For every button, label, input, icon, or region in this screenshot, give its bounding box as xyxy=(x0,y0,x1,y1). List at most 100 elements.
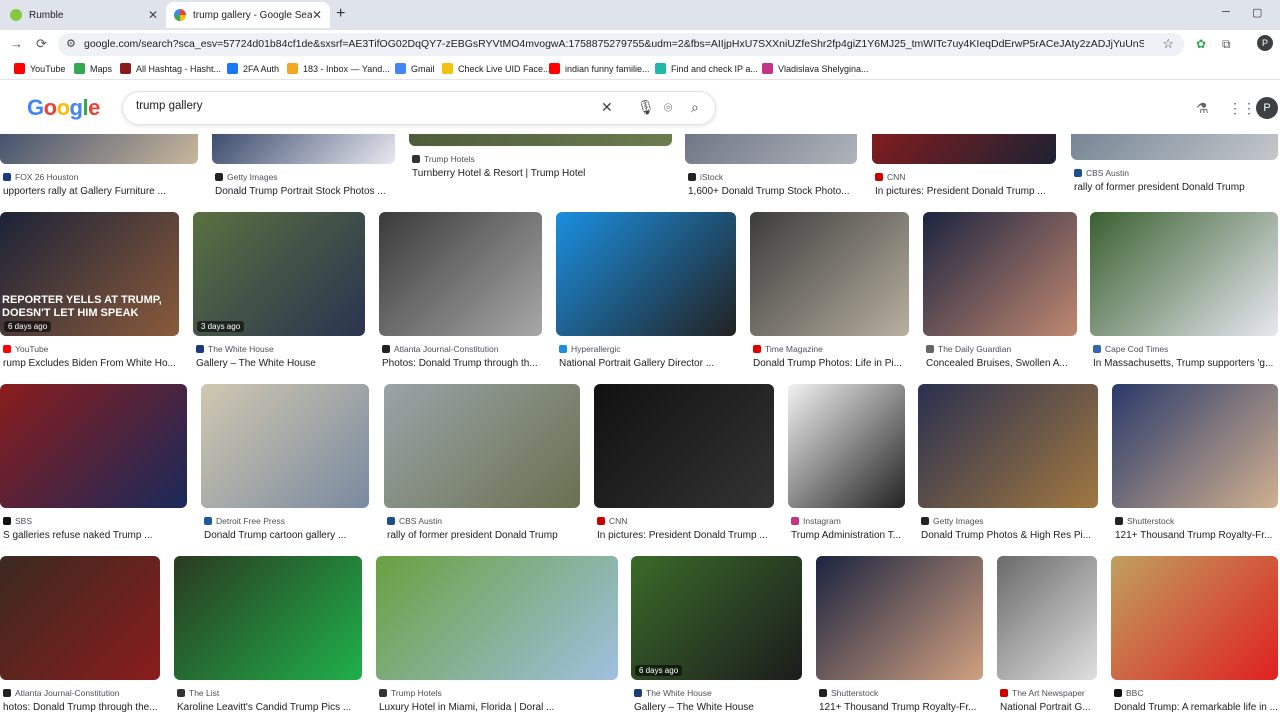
result-thumbnail[interactable] xyxy=(918,384,1098,508)
result-source[interactable]: FOX 26 Houston xyxy=(3,172,78,182)
image-result-card[interactable]: Getty Images Donald Trump Photos & High R… xyxy=(918,384,1098,552)
result-thumbnail[interactable] xyxy=(594,384,774,508)
image-result-card[interactable]: CBS Austin rally of former president Dona… xyxy=(1071,134,1278,204)
result-thumbnail[interactable] xyxy=(1090,212,1278,336)
image-result-card[interactable]: Hyperallergic National Portrait Gallery D… xyxy=(556,212,736,380)
result-title[interactable]: rally of former president Donald Trump xyxy=(1074,182,1277,193)
new-tab-button[interactable]: + xyxy=(336,5,345,23)
apps-grid-icon[interactable]: ⋮⋮ xyxy=(1228,100,1256,117)
search-icon[interactable]: ⌕ xyxy=(691,99,699,116)
result-title[interactable]: Gallery – The White House xyxy=(634,702,801,713)
result-source[interactable]: The Daily Guardian xyxy=(926,344,1011,354)
result-title[interactable]: Concealed Bruises, Swollen A... xyxy=(926,358,1076,369)
result-thumbnail[interactable] xyxy=(997,556,1097,680)
image-result-card[interactable]: FOX 26 Houston upporters rally at Gallery… xyxy=(0,134,198,208)
result-title[interactable]: Karoline Leavitt's Candid Trump Pics ... xyxy=(177,702,361,713)
result-title[interactable]: upporters rally at Gallery Furniture ... xyxy=(3,186,197,197)
bookmark-item[interactable]: Maps xyxy=(74,63,112,74)
image-result-card[interactable]: CNN In pictures: President Donald Trump .… xyxy=(594,384,774,552)
image-result-card[interactable]: CNN In pictures: President Donald Trump .… xyxy=(872,134,1056,208)
result-title[interactable]: rally of former president Donald Trump xyxy=(387,530,579,541)
image-result-card[interactable]: SBS S galleries refuse naked Trump ... xyxy=(0,384,187,552)
result-thumbnail[interactable]: 6 days ago xyxy=(631,556,802,680)
result-title[interactable]: 121+ Thousand Trump Royalty-Fr... xyxy=(1115,530,1277,541)
result-thumbnail[interactable] xyxy=(0,384,187,508)
image-result-card[interactable]: The Daily Guardian Concealed Bruises, Swo… xyxy=(923,212,1077,380)
search-box[interactable]: ✕ 🎙 ⌾ ⌕ xyxy=(122,91,716,125)
image-result-card[interactable]: iStock 1,600+ Donald Trump Stock Photo... xyxy=(685,134,857,208)
google-logo[interactable]: Google xyxy=(27,95,100,121)
account-avatar[interactable]: P xyxy=(1256,97,1278,119)
result-thumbnail[interactable] xyxy=(0,556,160,680)
image-result-card[interactable]: CBS Austin rally of former president Dona… xyxy=(384,384,580,552)
result-source[interactable]: Detroit Free Press xyxy=(204,516,285,526)
result-thumbnail[interactable]: 3 days ago xyxy=(193,212,365,336)
result-title[interactable]: S galleries refuse naked Trump ... xyxy=(3,530,186,541)
result-thumbnail[interactable] xyxy=(201,384,369,508)
image-result-card[interactable]: Getty Images Donald Trump Portrait Stock … xyxy=(212,134,395,208)
maximize-icon[interactable]: ▢ xyxy=(1252,6,1262,19)
image-result-card[interactable]: The List Karoline Leavitt's Candid Trump … xyxy=(174,556,362,720)
bookmark-item[interactable]: Vladislava Shelygina... xyxy=(762,63,869,74)
image-result-card[interactable]: Trump Hotels Turnberry Hotel & Resort | T… xyxy=(409,134,672,190)
image-result-card[interactable]: Atlanta Journal-Constitution Photos: Dona… xyxy=(379,212,542,380)
extensions-puzzle-icon[interactable]: ⧉ xyxy=(1222,37,1231,52)
result-title[interactable]: In Massachusetts, Trump supporters 'g... xyxy=(1093,358,1277,369)
reload-icon[interactable]: ⟳ xyxy=(36,36,47,52)
search-input[interactable] xyxy=(136,100,576,112)
bookmark-item[interactable]: 2FA Auth xyxy=(227,63,279,74)
result-source[interactable]: iStock xyxy=(688,172,723,182)
result-source[interactable]: SBS xyxy=(3,516,32,526)
result-source[interactable]: Hyperallergic xyxy=(559,344,621,354)
image-result-card[interactable]: REPORTER YELLS AT TRUMP, DOESN'T LET HIM… xyxy=(0,212,179,380)
result-title[interactable]: 121+ Thousand Trump Royalty-Fr... xyxy=(819,702,982,713)
result-title[interactable]: Donald Trump cartoon gallery ... xyxy=(204,530,368,541)
image-result-card[interactable]: 3 days ago The White House Gallery – The W… xyxy=(193,212,365,380)
labs-flask-icon[interactable]: ⚗ xyxy=(1196,100,1209,117)
result-source[interactable]: CBS Austin xyxy=(387,516,442,526)
result-title[interactable]: rump Excludes Biden From White Ho... xyxy=(3,358,178,369)
result-source[interactable]: Atlanta Journal-Constitution xyxy=(3,688,119,698)
tab-rumble[interactable]: Rumble ✕ xyxy=(2,2,166,28)
result-source[interactable]: Trump Hotels xyxy=(379,688,442,698)
result-thumbnail[interactable] xyxy=(750,212,909,336)
microphone-icon[interactable]: 🎙 xyxy=(637,99,655,116)
result-thumbnail[interactable] xyxy=(1111,556,1278,680)
result-thumbnail[interactable] xyxy=(174,556,362,680)
result-source[interactable]: The White House xyxy=(196,344,274,354)
bookmark-item[interactable]: indian funny familie... xyxy=(549,63,650,74)
result-title[interactable]: National Portrait Gallery Director ... xyxy=(559,358,735,369)
minimize-icon[interactable]: ─ xyxy=(1222,6,1230,18)
image-result-card[interactable]: Shutterstock 121+ Thousand Trump Royalty-… xyxy=(816,556,983,720)
result-thumbnail[interactable] xyxy=(556,212,736,336)
result-source[interactable]: Time Magazine xyxy=(753,344,823,354)
result-title[interactable]: Trump Administration T... xyxy=(791,530,904,541)
bookmark-star-icon[interactable]: ☆ xyxy=(1162,36,1174,52)
result-thumbnail[interactable] xyxy=(376,556,618,680)
back-icon[interactable]: → xyxy=(10,36,23,51)
image-result-card[interactable]: Shutterstock 121+ Thousand Trump Royalty-… xyxy=(1112,384,1278,552)
result-thumbnail[interactable] xyxy=(1071,134,1278,160)
bookmark-item[interactable]: 183 - Inbox — Yand... xyxy=(287,63,390,74)
result-title[interactable]: hotos: Donald Trump through the... xyxy=(3,702,159,713)
result-source[interactable]: BBC xyxy=(1114,688,1143,698)
image-result-card[interactable]: The Art Newspaper National Portrait G... xyxy=(997,556,1097,720)
result-title[interactable]: Turnberry Hotel & Resort | Trump Hotel xyxy=(412,168,671,179)
result-thumbnail[interactable] xyxy=(788,384,905,508)
result-source[interactable]: The List xyxy=(177,688,219,698)
result-title[interactable]: Donald Trump Photos: Life in Pi... xyxy=(753,358,908,369)
bookmark-item[interactable]: Check Live UID Face... xyxy=(442,63,551,74)
result-thumbnail[interactable] xyxy=(379,212,542,336)
bookmark-item[interactable]: Find and check IP a... xyxy=(655,63,758,74)
result-title[interactable]: Donald Trump Photos & High Res Pi... xyxy=(921,530,1097,541)
bookmark-item[interactable]: All Hashtag - Hasht... xyxy=(120,63,221,74)
image-result-card[interactable]: BBC Donald Trump: A remarkable life in ..… xyxy=(1111,556,1278,720)
close-icon[interactable]: ✕ xyxy=(148,8,158,22)
browser-profile-avatar[interactable]: P xyxy=(1257,35,1273,51)
result-thumbnail[interactable] xyxy=(816,556,983,680)
image-result-card[interactable]: 6 days ago The White House Gallery – The W… xyxy=(631,556,802,720)
image-result-card[interactable]: Time Magazine Donald Trump Photos: Life i… xyxy=(750,212,909,380)
result-title[interactable]: Donald Trump: A remarkable life in ... xyxy=(1114,702,1277,713)
result-source[interactable]: Getty Images xyxy=(921,516,984,526)
address-bar[interactable]: ⚙ google.com/search?sca_esv=57724d01b84c… xyxy=(58,33,1184,56)
